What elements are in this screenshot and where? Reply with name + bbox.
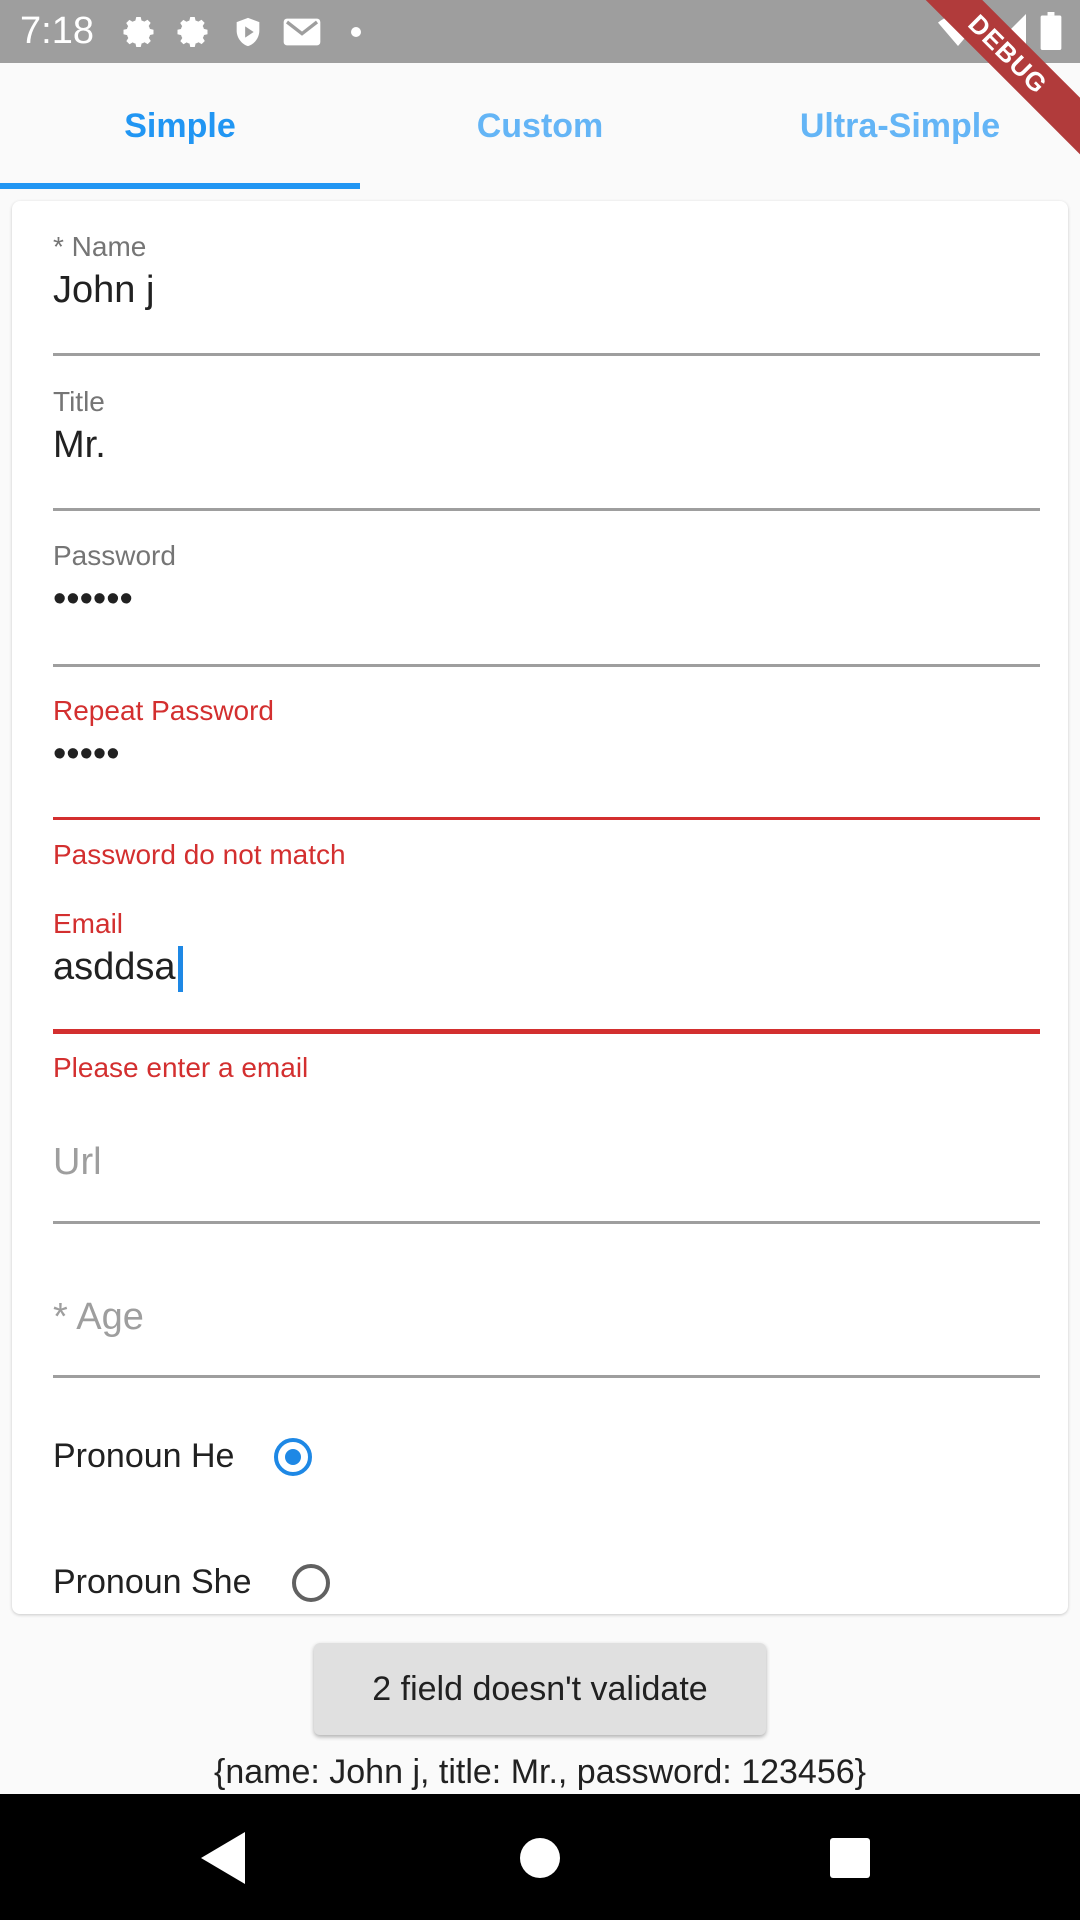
tab-simple[interactable]: Simple	[0, 63, 360, 189]
password-underline	[53, 664, 1040, 667]
age-field[interactable]: * Age	[53, 1296, 1040, 1404]
recents-icon[interactable]	[822, 1830, 878, 1886]
password-field[interactable]: Password ••••••	[53, 540, 1040, 667]
email-underline	[53, 1029, 1040, 1034]
email-field[interactable]: Email asddsa	[53, 908, 1040, 1038]
url-field[interactable]: Url	[53, 1141, 1040, 1249]
repeat-password-error: Password do not match	[53, 839, 346, 870]
name-value: John j	[53, 269, 155, 311]
back-icon[interactable]	[197, 1830, 253, 1886]
shield-icon	[228, 12, 268, 52]
password-label: Password	[53, 540, 176, 571]
repeat-password-underline	[53, 817, 1040, 820]
password-value: ••••••	[53, 578, 133, 620]
email-value: asddsa	[53, 946, 176, 989]
tab-bar: Simple Custom Ultra-Simple	[0, 63, 1080, 189]
home-icon[interactable]	[512, 1830, 568, 1886]
pronoun-he-row[interactable]: Pronoun He	[53, 1437, 313, 1476]
name-label: * Name	[53, 231, 147, 262]
validate-button[interactable]: 2 field doesn't validate	[314, 1643, 766, 1735]
dot-icon	[336, 12, 376, 52]
title-field[interactable]: Title Mr.	[53, 386, 1040, 511]
url-placeholder: Url	[53, 1141, 102, 1183]
name-field[interactable]: * Name John j	[53, 231, 1040, 356]
repeat-password-label: Repeat Password	[53, 695, 275, 726]
text-caret	[177, 946, 183, 992]
status-notification-icons	[120, 12, 376, 52]
pronoun-he-radio[interactable]	[274, 1437, 313, 1476]
settings-icon	[120, 12, 160, 52]
email-value-wrap: asddsa	[53, 946, 1040, 992]
title-value: Mr.	[53, 424, 106, 466]
gmail-icon	[282, 12, 322, 52]
tab-indicator	[0, 183, 360, 189]
name-underline	[53, 353, 1040, 356]
status-time: 7:18	[20, 10, 94, 52]
age-placeholder: * Age	[53, 1296, 144, 1338]
email-error: Please enter a email	[53, 1052, 309, 1083]
pronoun-he-label: Pronoun He	[53, 1437, 235, 1475]
age-underline	[53, 1375, 1040, 1378]
title-label: Title	[53, 386, 105, 417]
url-underline	[53, 1221, 1040, 1224]
pronoun-she-radio[interactable]	[291, 1563, 330, 1602]
form-result-text: {name: John j, title: Mr., password: 123…	[213, 1753, 867, 1791]
repeat-password-value: •••••	[53, 733, 120, 775]
repeat-password-field[interactable]: Repeat Password •••••	[53, 695, 1040, 820]
pronoun-she-label: Pronoun She	[53, 1563, 252, 1601]
tab-custom[interactable]: Custom	[360, 63, 720, 189]
pronoun-she-row[interactable]: Pronoun She	[53, 1563, 330, 1602]
battery-icon	[1040, 12, 1062, 55]
email-label: Email	[53, 908, 124, 939]
status-bar: 7:18	[0, 0, 1080, 63]
form-card: * Name John j Title Mr. Password •••••• …	[12, 201, 1068, 1614]
title-underline	[53, 508, 1040, 511]
system-nav-bar	[0, 1794, 1080, 1920]
settings-icon	[174, 12, 214, 52]
